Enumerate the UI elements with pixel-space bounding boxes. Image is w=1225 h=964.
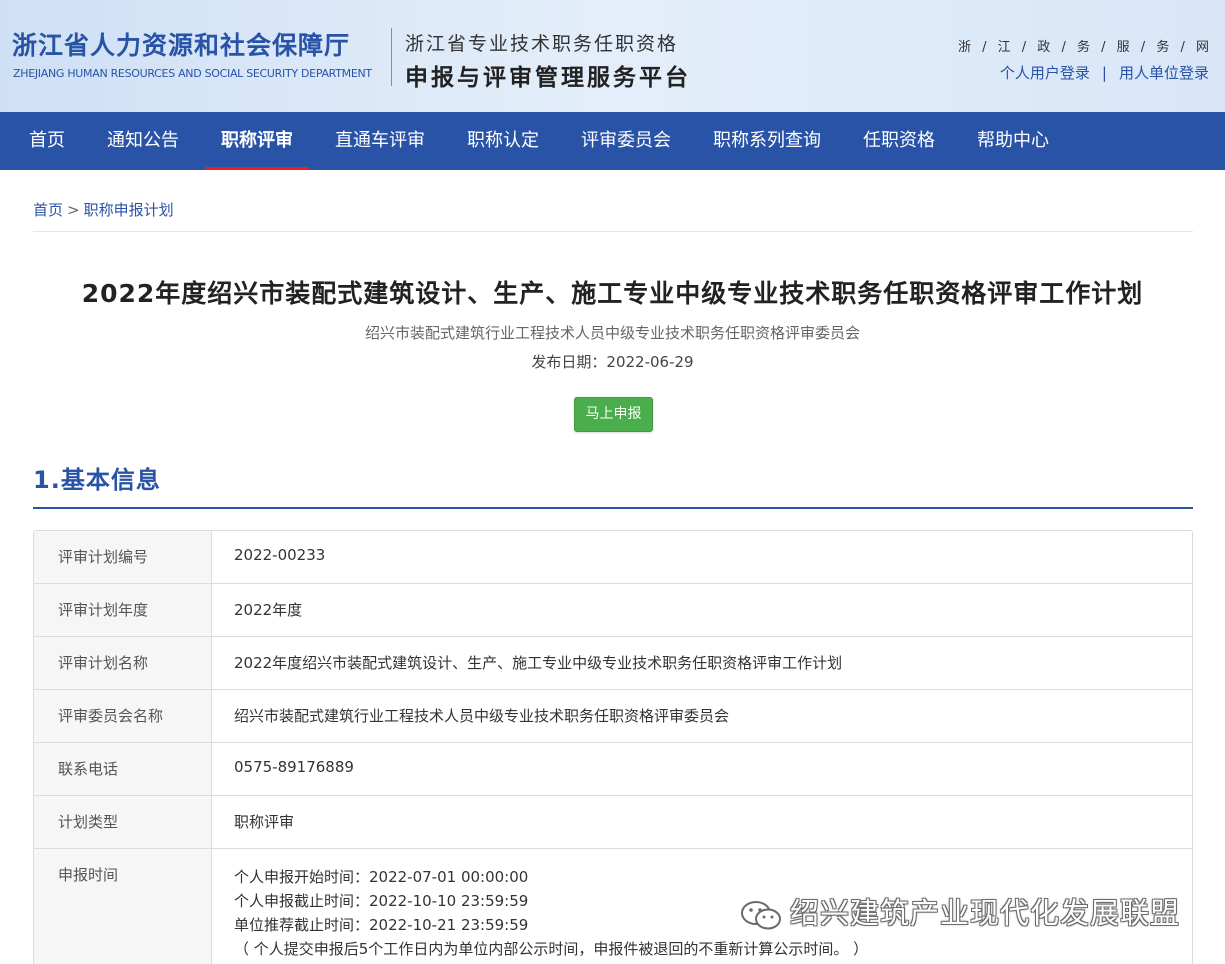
row-label: 计划类型: [34, 796, 212, 848]
watermark: 绍兴建筑产业现代化发展联盟: [738, 890, 1180, 932]
site-header: 浙江省人力资源和社会保障厅 ZHEJIANG HUMAN RESOURCES A…: [0, 0, 1225, 112]
breadcrumb-home[interactable]: 首页: [33, 201, 63, 219]
platform-title: 申报与评审管理服务平台: [405, 65, 691, 91]
gov-sep: /: [1136, 40, 1150, 55]
breadcrumb-divider: [33, 231, 1193, 232]
gov-char: 江: [997, 40, 1011, 55]
gov-sep: /: [1057, 40, 1070, 55]
nav-qualification[interactable]: 任职资格: [863, 112, 935, 170]
row-value: 2022年度: [234, 601, 303, 619]
page-title: 2022年度绍兴市装配式建筑设计、生产、施工专业中级专业技术职务任职资格评审工作…: [81, 279, 1144, 308]
breadcrumb-arrow: >: [67, 201, 80, 219]
nav-help[interactable]: 帮助中心: [977, 112, 1049, 170]
table-row: 评审计划年度 2022年度: [34, 584, 1192, 637]
gov-char: 务: [1156, 40, 1170, 55]
gov-char: 服: [1116, 40, 1130, 55]
apply-time-note: （ 个人提交申报后5个工作日内为单位内部公示时间，申报件被退回的不重新计算公示时…: [234, 940, 869, 958]
header-divider: [391, 28, 392, 86]
wechat-icon: [741, 901, 781, 930]
row-value: 职称评审: [234, 813, 295, 831]
login-links: 个人用户登录 | 用人单位登录: [1000, 62, 1209, 83]
platform-subtitle: 浙江省专业技术职务任职资格: [405, 33, 679, 55]
gov-service-link[interactable]: 浙 / 江 / 政 / 务 / 服 / 务 / 网: [951, 36, 1209, 55]
row-label: 联系电话: [34, 743, 212, 795]
row-label: 评审计划名称: [34, 637, 212, 689]
department-name[interactable]: 浙江省人力资源和社会保障厅: [12, 26, 350, 62]
apply-now-button[interactable]: 马上申报: [574, 397, 653, 432]
department-name-english: ZHEJIANG HUMAN RESOURCES AND SOCIAL SECU…: [13, 67, 372, 80]
apply-start-time: 个人申报开始时间：2022-07-01 00:00:00: [234, 868, 529, 886]
gov-char: 网: [1195, 40, 1209, 55]
login-separator: |: [1101, 64, 1107, 82]
section-divider: [33, 507, 1193, 509]
table-row: 评审委员会名称 绍兴市装配式建筑行业工程技术人员中级专业技术职务任职资格评审委员…: [34, 690, 1192, 743]
personal-login-link[interactable]: 个人用户登录: [1000, 64, 1090, 82]
table-row: 评审计划编号 2022-00233: [34, 531, 1192, 584]
unit-login-link[interactable]: 用人单位登录: [1119, 64, 1209, 82]
row-label: 申报时间: [34, 849, 212, 964]
row-value: 绍兴市装配式建筑行业工程技术人员中级专业技术职务任职资格评审委员会: [234, 707, 730, 725]
main-nav: 首页 通知公告 职称评审 直通车评审 职称认定 评审委员会 职称系列查询 任职资…: [0, 112, 1225, 170]
nav-committee[interactable]: 评审委员会: [581, 112, 671, 170]
nav-home[interactable]: 首页: [29, 112, 65, 170]
table-row: 联系电话 0575-89176889: [34, 743, 1192, 796]
row-value: 2022年度绍兴市装配式建筑设计、生产、施工专业中级专业技术职务任职资格评审工作…: [234, 654, 843, 672]
table-row: 计划类型 职称评审: [34, 796, 1192, 849]
row-label: 评审计划年度: [34, 584, 212, 636]
gov-sep: /: [977, 40, 991, 55]
nav-notices[interactable]: 通知公告: [107, 112, 179, 170]
nav-title-review[interactable]: 职称评审: [205, 112, 309, 170]
section-heading: 1.基本信息: [33, 466, 161, 494]
breadcrumb-current[interactable]: 职称申报计划: [84, 201, 174, 219]
gov-sep: /: [1017, 40, 1031, 55]
table-row: 评审计划名称 2022年度绍兴市装配式建筑设计、生产、施工专业中级专业技术职务任…: [34, 637, 1192, 690]
gov-sep: /: [1176, 40, 1189, 55]
gov-sep: /: [1096, 40, 1110, 55]
committee-name: 绍兴市装配式建筑行业工程技术人员中级专业技术职务任职资格评审委员会: [364, 324, 860, 342]
gov-char: 政: [1037, 40, 1051, 55]
publish-date: 发布日期：2022-06-29: [531, 353, 694, 371]
watermark-text: 绍兴建筑产业现代化发展联盟: [790, 896, 1181, 930]
row-label: 评审计划编号: [34, 531, 212, 583]
row-label: 评审委员会名称: [34, 690, 212, 742]
nav-title-recognition[interactable]: 职称认定: [467, 112, 539, 170]
gov-char: 浙: [957, 40, 971, 55]
breadcrumb: 首页 > 职称申报计划: [33, 199, 174, 220]
nav-direct-review[interactable]: 直通车评审: [335, 112, 425, 170]
gov-char: 务: [1076, 40, 1090, 55]
row-value: 0575-89176889: [234, 758, 354, 776]
row-value: 2022-00233: [234, 546, 326, 564]
nav-series-query[interactable]: 职称系列查询: [713, 112, 821, 170]
